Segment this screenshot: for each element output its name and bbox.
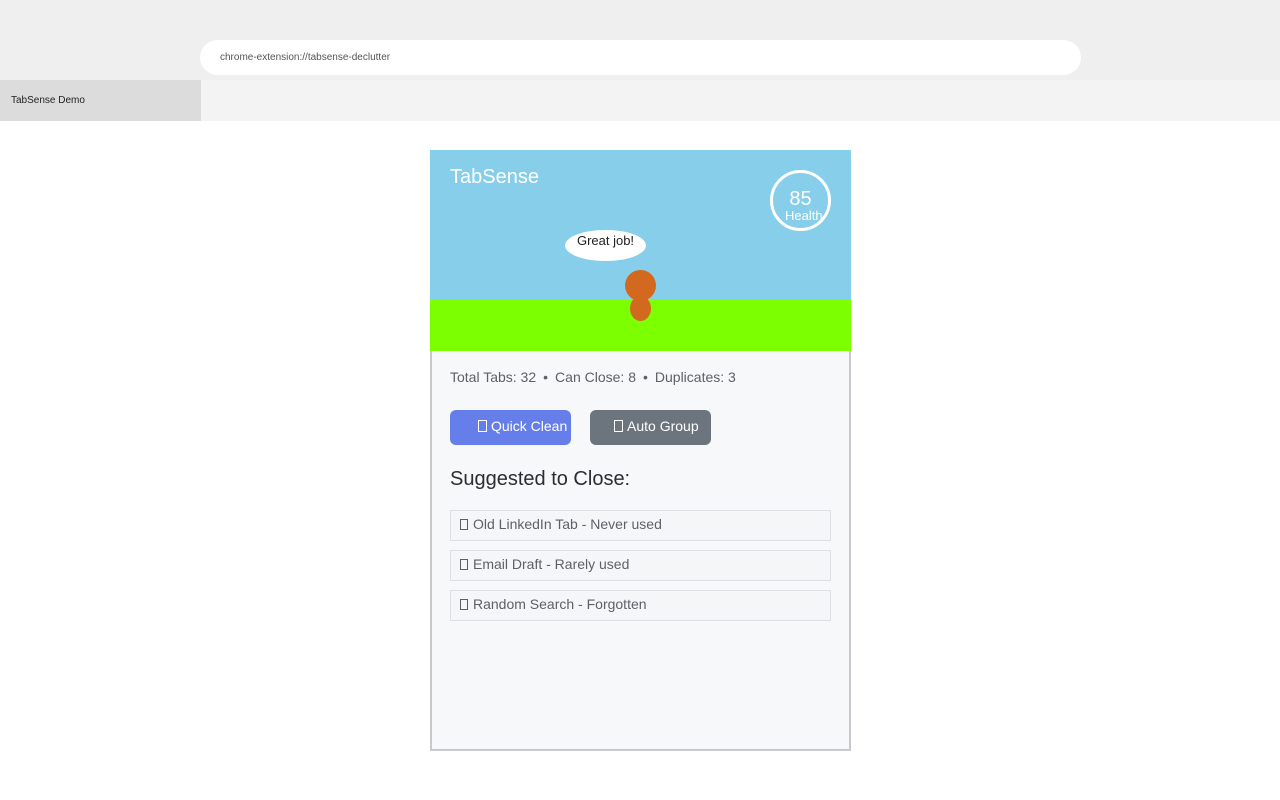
tab-icon bbox=[460, 519, 468, 530]
folder-icon bbox=[614, 420, 623, 432]
app-title: TabSense bbox=[450, 166, 539, 188]
url-bar[interactable]: chrome-extension://tabsense-declutter bbox=[200, 40, 1081, 75]
extension-popup: TabSense 85 Health Great job! Total Tabs… bbox=[430, 150, 851, 751]
suggested-tab-label: Old LinkedIn Tab - Never used bbox=[473, 516, 662, 532]
health-score-ring: 85 Health bbox=[770, 170, 831, 231]
broom-icon bbox=[478, 420, 487, 432]
tab-stats: Total Tabs: 32 • Can Close: 8 • Duplicates: … bbox=[450, 369, 736, 385]
health-score-label: Health bbox=[785, 208, 823, 223]
quick-clean-label: Quick Clean bbox=[491, 418, 568, 434]
quick-clean-button[interactable]: Quick Clean bbox=[450, 410, 571, 445]
auto-group-button[interactable]: Auto Group bbox=[590, 410, 711, 445]
auto-group-label: Auto Group bbox=[627, 418, 699, 434]
stats-separator: • bbox=[642, 369, 648, 385]
duplicates-stat: Duplicates: 3 bbox=[654, 369, 736, 385]
suggested-close-heading: Suggested to Close: bbox=[450, 468, 631, 490]
browser-tab-strip: TabSense Demo bbox=[0, 80, 1280, 121]
suggested-tab-item[interactable]: Email Draft - Rarely used bbox=[450, 550, 831, 581]
suggested-tab-item[interactable]: Old LinkedIn Tab - Never used bbox=[450, 510, 831, 541]
total-tabs-stat: Total Tabs: 32 bbox=[450, 369, 537, 385]
suggested-tab-label: Email Draft - Rarely used bbox=[473, 556, 630, 572]
tab-icon bbox=[460, 599, 468, 610]
browser-toolbar: chrome-extension://tabsense-declutter bbox=[0, 0, 1280, 80]
can-close-stat: Can Close: 8 bbox=[555, 369, 636, 385]
stats-separator: • bbox=[543, 369, 549, 385]
mascot-body bbox=[630, 296, 651, 321]
browser-tab-active[interactable]: TabSense Demo bbox=[0, 80, 201, 121]
tab-icon bbox=[460, 559, 468, 570]
mascot-speech-bubble: Great job! bbox=[565, 230, 646, 261]
suggested-tab-label: Random Search - Forgotten bbox=[473, 596, 647, 612]
mascot-scene: TabSense 85 Health Great job! bbox=[430, 150, 851, 351]
suggested-tab-item[interactable]: Random Search - Forgotten bbox=[450, 590, 831, 621]
